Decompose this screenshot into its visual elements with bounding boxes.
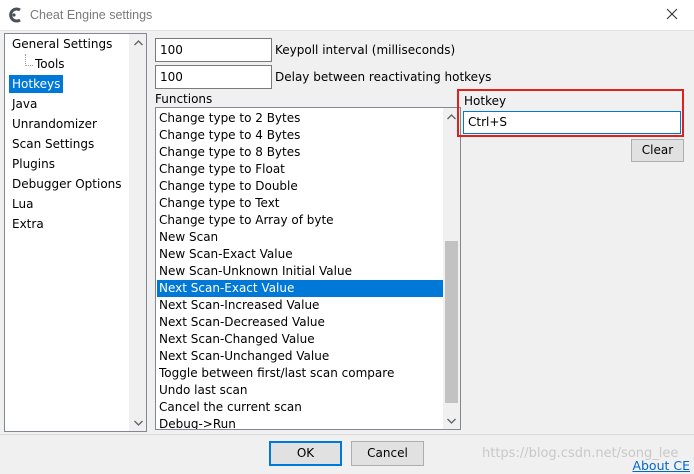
list-item[interactable]: Change type to 8 Bytes [157, 144, 444, 161]
nav-item-lua[interactable]: Lua [9, 195, 36, 213]
scroll-down-button[interactable] [130, 414, 147, 431]
list-item[interactable]: Change type to Float [157, 161, 444, 178]
list-item-selected[interactable]: Next Scan-Exact Value [157, 280, 444, 297]
functions-list[interactable]: Change type to 2 Bytes Change type to 4 … [155, 107, 461, 430]
nav-item-debugger-options[interactable]: Debugger Options [9, 175, 125, 193]
cheat-engine-icon [8, 7, 24, 23]
keypoll-interval-input[interactable]: 100 [155, 38, 272, 62]
functions-label: Functions [155, 92, 213, 106]
about-ce-link[interactable]: About CE [632, 458, 690, 473]
list-item[interactable]: Toggle between first/last scan compare [157, 365, 444, 382]
nav-item-general-settings[interactable]: General Settings [9, 35, 115, 53]
list-item[interactable]: Next Scan-Increased Value [157, 297, 444, 314]
nav-item-hotkeys[interactable]: Hotkeys [9, 75, 64, 93]
scroll-up-button[interactable] [130, 34, 147, 51]
window-title: Cheat Engine settings [30, 8, 153, 22]
close-icon [666, 8, 678, 23]
list-item[interactable]: New Scan-Exact Value [157, 246, 444, 263]
list-item[interactable]: Next Scan-Decreased Value [157, 314, 444, 331]
hotkey-delay-input[interactable]: 100 [155, 65, 272, 89]
list-item[interactable]: Next Scan-Changed Value [157, 331, 444, 348]
nav-item-plugins[interactable]: Plugins [9, 155, 58, 173]
scroll-thumb[interactable] [445, 241, 458, 403]
list-item[interactable]: Change type to Array of byte [157, 212, 444, 229]
keypoll-interval-label: Keypoll interval (milliseconds) [275, 43, 456, 57]
chevron-down-icon [134, 420, 143, 426]
title-bar: Cheat Engine settings [0, 0, 694, 31]
nav-item-unrandomizer[interactable]: Unrandomizer [9, 115, 100, 133]
nav-scrollbar[interactable] [129, 34, 146, 431]
chevron-up-icon [134, 39, 143, 45]
nav-item-java[interactable]: Java [9, 95, 40, 113]
chevron-up-icon [447, 113, 456, 119]
nav-item-extra[interactable]: Extra [9, 215, 47, 233]
close-button[interactable] [650, 0, 694, 31]
list-item[interactable]: Change type to 4 Bytes [157, 127, 444, 144]
list-item[interactable]: New Scan-Unknown Initial Value [157, 263, 444, 280]
nav-item-tools[interactable]: Tools [32, 55, 68, 73]
list-item[interactable]: Cancel the current scan [157, 399, 444, 416]
clear-button[interactable]: Clear [631, 139, 684, 162]
functions-scrollbar[interactable] [443, 108, 460, 429]
list-item[interactable]: Change type to Double [157, 178, 444, 195]
settings-nav-tree[interactable]: General Settings Tools Hotkeys Java Unra… [4, 33, 147, 432]
list-item[interactable]: Change type to Text [157, 195, 444, 212]
list-item[interactable]: Change type to 2 Bytes [157, 110, 444, 127]
list-item[interactable]: Undo last scan [157, 382, 444, 399]
chevron-down-icon [447, 418, 456, 424]
cancel-button[interactable]: Cancel [351, 441, 424, 466]
scroll-down-button[interactable] [443, 412, 460, 429]
highlight-annotation-box [457, 89, 684, 137]
ok-button[interactable]: OK [269, 441, 342, 466]
hotkey-delay-label: Delay between reactivating hotkeys [275, 70, 492, 84]
nav-item-scan-settings[interactable]: Scan Settings [9, 135, 97, 153]
list-item[interactable]: New Scan [157, 229, 444, 246]
list-item[interactable]: Debug->Run [157, 416, 444, 429]
list-item[interactable]: Next Scan-Unchanged Value [157, 348, 444, 365]
